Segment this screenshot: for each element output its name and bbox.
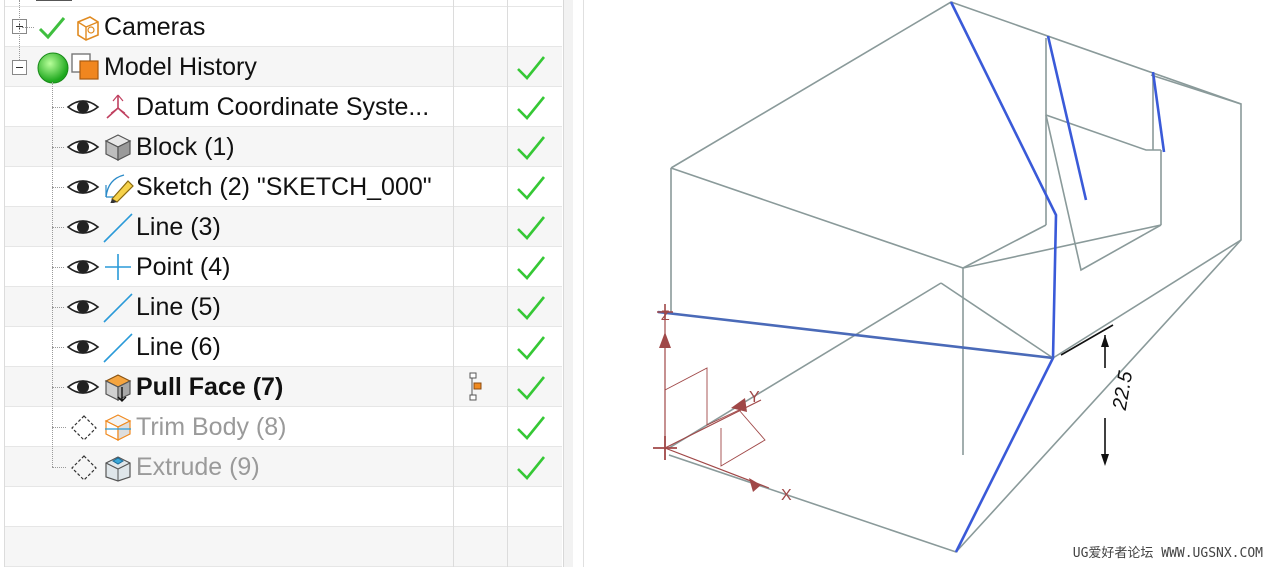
tree-connector [52,347,64,349]
tree-row-line-6[interactable]: Line (6) [4,327,562,367]
tree-label-line-6: Line (6) [136,333,221,361]
tree-label-point-4: Point (4) [136,253,231,281]
tree-label-sketch: Sketch (2) "SKETCH_000" [136,173,432,201]
part-navigator: Cameras Model History Datum Coordinate S… [0,0,573,567]
current-feature-marker-icon [469,372,482,401]
eye-visibility-icon[interactable] [66,255,100,279]
navigator-scrollbar[interactable] [563,0,573,567]
up-to-date-check-icon [517,176,546,200]
eye-visibility-icon[interactable] [66,135,100,159]
graphics-viewport[interactable]: X Y Z 22.5 UG爱好者论坛 WWW.UGSNX.COM [583,0,1266,567]
collapse-minus-icon[interactable] [12,60,27,75]
line-icon [103,293,133,323]
tree-row-point-4[interactable]: Point (4) [4,247,562,287]
tree-row-top-cut [4,0,562,7]
cut-icon [36,0,72,1]
checkmark-icon [38,17,66,40]
y-axis-label: Y [749,389,760,406]
line-icon [103,213,133,243]
tree-label-extrude-9: Extrude (9) [136,453,260,481]
tree-row-extrude-9[interactable]: Extrude (9) [4,447,562,487]
up-to-date-check-icon [517,96,546,120]
up-to-date-check-icon [517,416,546,440]
tree-connector [52,267,64,269]
tree-row-line-3[interactable]: Line (3) [4,207,562,247]
up-to-date-check-icon [517,56,546,80]
tree-label-trim-body-8: Trim Body (8) [136,413,287,441]
tree-row-datum-csys[interactable]: Datum Coordinate Syste... [4,87,562,127]
z-arrow-icon [659,332,671,348]
tree-row-trim-body-8[interactable]: Trim Body (8) [4,407,562,447]
pull-face-icon [104,374,132,402]
up-to-date-check-icon [517,456,546,480]
eye-visibility-icon[interactable] [66,215,100,239]
eye-visibility-icon[interactable] [66,335,100,359]
tree-label-model-history: Model History [104,53,257,81]
tree-connector [52,307,64,309]
tree-label-cameras: Cameras [104,13,206,41]
tree-row-model-history[interactable]: Model History [4,47,562,87]
up-to-date-check-icon [517,216,546,240]
up-to-date-check-icon [517,336,546,360]
datum-csys-icon [106,94,130,119]
tree-connector [52,82,54,467]
tree-connector [52,467,66,469]
tree-label-line-5: Line (5) [136,293,221,321]
block-icon [104,134,132,161]
line-icon [103,333,133,363]
model-history-icon [71,53,99,80]
column-divider [453,0,454,567]
tree-label-line-3: Line (3) [136,213,221,241]
eye-visibility-icon[interactable] [66,375,100,399]
tree-label-pull-face-7: Pull Face (7) [136,373,284,401]
watermark: UG爱好者论坛 WWW.UGSNX.COM [1072,546,1263,561]
tree-row-sketch[interactable]: Sketch (2) "SKETCH_000" [4,167,562,207]
tree-connector [19,0,21,60]
tree-row-cameras[interactable]: Cameras [4,7,562,47]
column-divider [507,0,508,567]
point-icon [105,254,131,280]
up-to-date-check-icon [517,296,546,320]
up-to-date-check-icon [517,256,546,280]
suppressed-diamond-icon [71,415,97,441]
trim-body-icon [104,414,132,441]
dimension-value-label: 22.5 [1109,369,1138,413]
sketch-icon [105,174,134,203]
tree-row-empty [4,487,562,527]
tree-label-block: Block (1) [136,133,235,161]
suppressed-diamond-icon [71,455,97,481]
tree-connector [52,227,64,229]
tree-connector [52,427,66,429]
tree-label-datum-csys: Datum Coordinate Syste... [136,93,430,121]
model-wireframe: X Y Z 22.5 [653,1,1242,553]
tree-connector [52,147,64,149]
tree-row-pull-face-7[interactable]: Pull Face (7) [4,367,562,407]
z-axis-label: Z [661,307,670,323]
tree-connector [52,187,64,189]
eye-visibility-icon[interactable] [66,95,100,119]
eye-visibility-icon[interactable] [66,295,100,319]
tree-row-block[interactable]: Block (1) [4,127,562,167]
x-arrow-icon [749,478,761,492]
column-divider [4,0,5,567]
tree-connector [52,107,64,109]
extrude-icon [105,456,131,482]
tree-connector [52,387,64,389]
x-axis-label: X [781,487,792,504]
tree-connector [22,27,34,29]
up-to-date-check-icon [517,136,546,160]
tree-row-empty [4,527,562,567]
csys-arrows [659,332,761,492]
up-to-date-check-icon [517,376,546,400]
y-arrow-icon [731,398,747,412]
cameras-icon [77,16,99,41]
eye-visibility-icon[interactable] [66,175,100,199]
selected-edges [657,1,1166,553]
tree-row-line-5[interactable]: Line (5) [4,287,562,327]
status-green-ball-icon [37,52,69,84]
